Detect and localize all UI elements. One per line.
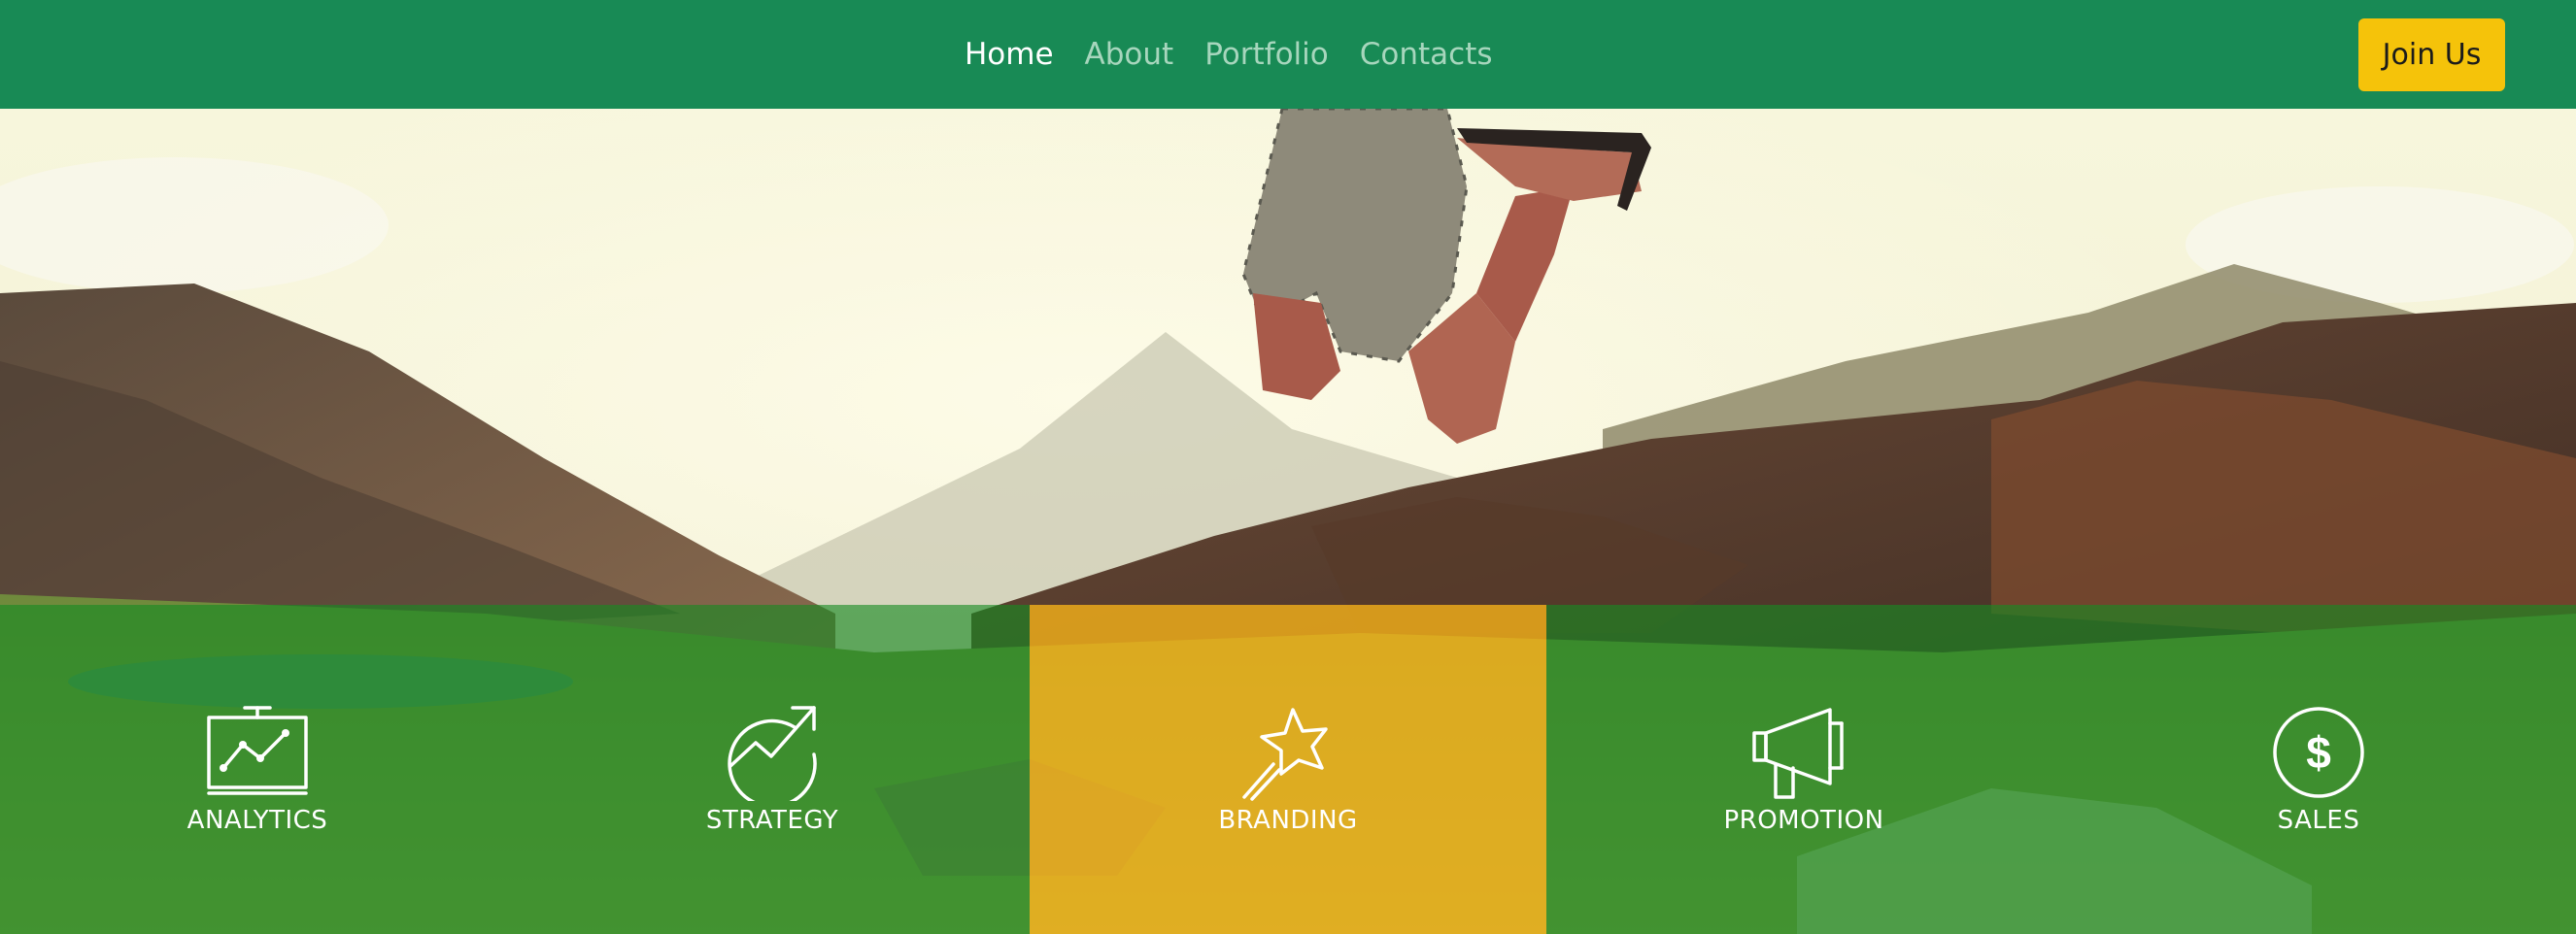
feature-band: ANALYTICS STRATEGY BRANDING PROMOTION $ … xyxy=(0,605,2576,934)
nav-menu: Home About Portfolio Contacts xyxy=(965,0,1524,109)
top-navbar: Home About Portfolio Contacts Join Us xyxy=(0,0,2576,109)
nav-link-about[interactable]: About xyxy=(1085,37,1174,72)
dollar-coin-icon: $ xyxy=(2273,707,2364,798)
growth-arrow-icon xyxy=(728,706,817,801)
page: Home About Portfolio Contacts Join Us AN… xyxy=(0,0,2576,934)
svg-text:$: $ xyxy=(2306,727,2331,778)
nav-link-home[interactable]: Home xyxy=(965,37,1054,72)
feature-label-sales: SALES xyxy=(2277,806,2360,835)
feature-label-promotion: PROMOTION xyxy=(1723,806,1884,835)
nav-link-contacts[interactable]: Contacts xyxy=(1360,37,1493,72)
join-us-button[interactable]: Join Us xyxy=(2358,18,2505,91)
feature-sales[interactable]: $ SALES xyxy=(2061,605,2576,934)
nav-link-portfolio[interactable]: Portfolio xyxy=(1204,37,1329,72)
megaphone-icon xyxy=(1752,708,1844,799)
feature-analytics[interactable]: ANALYTICS xyxy=(0,605,515,934)
feature-promotion[interactable]: PROMOTION xyxy=(1546,605,2061,934)
feature-label-strategy: STRATEGY xyxy=(705,806,839,835)
presentation-chart-icon xyxy=(207,706,308,795)
feature-label-branding: BRANDING xyxy=(1218,806,1358,835)
feature-branding[interactable]: BRANDING xyxy=(1030,605,1546,934)
magic-wand-star-icon xyxy=(1242,708,1328,801)
feature-label-analytics: ANALYTICS xyxy=(186,806,328,835)
feature-strategy[interactable]: STRATEGY xyxy=(515,605,1030,934)
